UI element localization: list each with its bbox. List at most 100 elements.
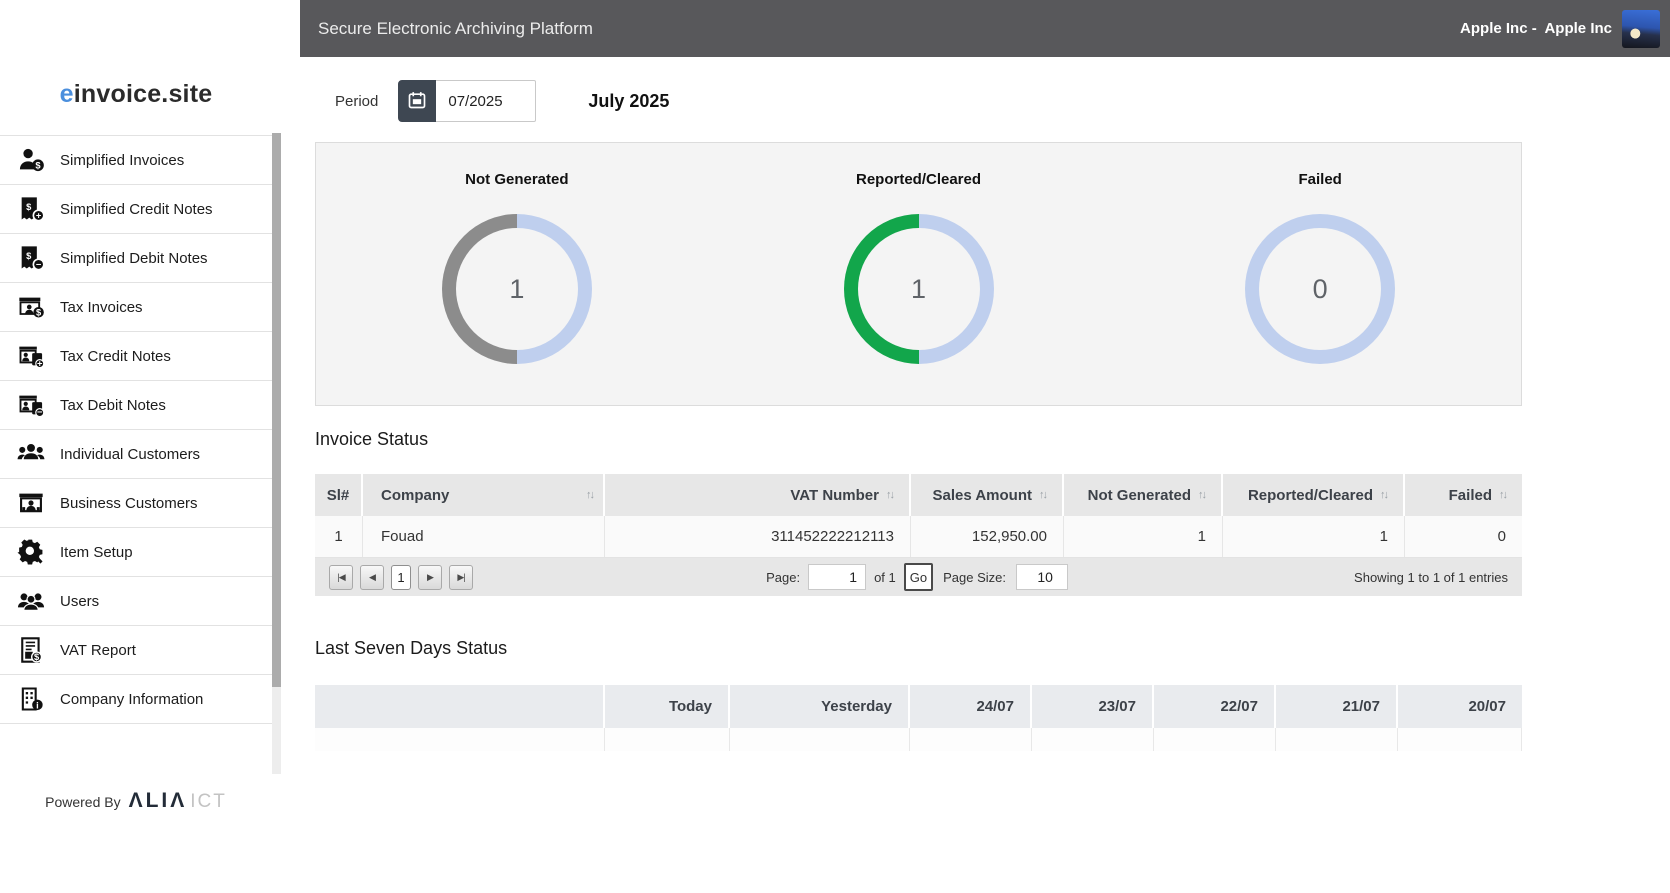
donut-title: Reported/Cleared <box>855 171 982 188</box>
storefront-person-icon <box>16 488 46 518</box>
sidebar-item-label: Simplified Credit Notes <box>60 200 213 218</box>
first-page-button[interactable]: |◀ <box>329 564 353 590</box>
column-header-blank <box>315 685 605 728</box>
column-header-date: 24/07 <box>910 685 1032 728</box>
sort-icon[interactable]: ↑↓ <box>586 489 595 501</box>
powered-by-label: Powered By <box>45 794 121 810</box>
column-header-vat-number[interactable]: VAT Number ↑↓ <box>605 474 911 516</box>
column-header-date: 21/07 <box>1276 685 1398 728</box>
column-header-company[interactable]: Company ↑↓ <box>363 474 605 516</box>
page-number-input[interactable] <box>808 564 867 590</box>
topbar: Secure Electronic Archiving Platform App… <box>300 0 1670 57</box>
column-header-sl: Sl# <box>315 474 363 516</box>
invoice-status-table: Sl# Company ↑↓ VAT Number ↑↓ Sales Amount ↑… <box>315 474 1522 596</box>
column-header-date: 23/07 <box>1032 685 1154 728</box>
pagination-bar: |◀ ◀ 1 ▶ ▶| Page: of 1 Go Page Size: <box>315 558 1522 596</box>
sidebar-item-simplified-debit-notes[interactable]: $ − Simplified Debit Notes <box>0 234 272 283</box>
sidebar-item-label: Simplified Debit Notes <box>60 249 208 267</box>
logo-accent-letter: e <box>59 80 74 108</box>
last-page-button[interactable]: ▶| <box>449 564 473 590</box>
sidebar-item-vat-report[interactable]: $ VAT Report <box>0 626 272 675</box>
ict-logo-suffix: ICT <box>190 791 227 812</box>
powered-by: Powered By ΛLIΛ ICT <box>0 789 272 813</box>
receipt-minus-icon: $ − <box>16 243 46 273</box>
cell-sales-amount: 152,950.00 <box>911 516 1064 557</box>
status-summary-panel: Not Generated 1 Reported/Cleared 1 Faile… <box>315 142 1522 406</box>
sidebar-item-label: Tax Credit Notes <box>60 347 171 365</box>
last-seven-days-table: Today Yesterday 24/07 23/07 22/07 21/07 … <box>315 685 1522 751</box>
column-header-date: 20/07 <box>1468 698 1506 715</box>
logo-text: invoice.site <box>73 80 213 108</box>
cell-failed: 0 <box>1497 528 1506 545</box>
sidebar-item-tax-credit-notes[interactable]: + Tax Credit Notes <box>0 332 272 381</box>
donut-title: Failed <box>1298 171 1342 188</box>
sidebar-scrollbar[interactable] <box>272 133 281 774</box>
app-logo: einvoice.site <box>0 0 272 109</box>
page-size-label: Page Size: <box>943 569 1006 585</box>
donut-value: 0 <box>1312 273 1328 304</box>
svg-text:$: $ <box>34 652 40 662</box>
current-page-button[interactable]: 1 <box>391 564 411 590</box>
scrollbar-thumb[interactable] <box>272 133 281 687</box>
previous-page-button[interactable]: ◀ <box>360 564 384 590</box>
sidebar-item-company-information[interactable]: i Company Information <box>0 675 272 724</box>
svg-text:$: $ <box>26 202 32 212</box>
column-header-reported-cleared[interactable]: Reported/Cleared ↑↓ <box>1223 474 1405 516</box>
app-title: Secure Electronic Archiving Platform <box>318 18 593 38</box>
sidebar-item-individual-customers[interactable]: Individual Customers <box>0 430 272 479</box>
page-label: Page: <box>766 569 801 585</box>
sidebar-item-label: Item Setup <box>60 543 133 561</box>
sidebar: einvoice.site $ Simplified Invoices $ + S… <box>0 0 272 893</box>
gear-wrench-icon <box>16 537 46 567</box>
sidebar-item-business-customers[interactable]: Business Customers <box>0 479 272 528</box>
sidebar-menu: $ Simplified Invoices $ + Simplified Cred… <box>0 135 272 724</box>
page-size-input[interactable] <box>1015 564 1068 590</box>
reported-cleared-summary: Reported/Cleared 1 <box>718 143 1120 405</box>
period-input[interactable] <box>436 80 537 122</box>
clipped-table-body <box>315 728 1522 751</box>
next-page-button[interactable]: ▶ <box>418 564 442 590</box>
column-header-sales-amount[interactable]: Sales Amount ↑↓ <box>911 474 1064 516</box>
sidebar-item-label: Individual Customers <box>60 445 201 463</box>
reported-cleared-donut-chart: 1 <box>843 214 994 364</box>
sidebar-item-label: Company Information <box>60 690 204 708</box>
failed-summary: Failed 0 <box>1119 143 1521 405</box>
sidebar-item-item-setup[interactable]: Item Setup <box>0 528 272 577</box>
table-row <box>315 728 1522 751</box>
sidebar-item-simplified-credit-notes[interactable]: $ + Simplified Credit Notes <box>0 185 272 234</box>
svg-text:+: + <box>37 358 43 368</box>
app-root: einvoice.site $ Simplified Invoices $ + S… <box>0 0 1670 893</box>
register-invoice-icon: $ <box>16 292 46 322</box>
sort-icon[interactable]: ↑↓ <box>886 489 895 501</box>
cell-sl: 1 <box>315 516 363 557</box>
column-header-today: Today <box>605 685 730 728</box>
sidebar-item-tax-invoices[interactable]: $ Tax Invoices <box>0 283 272 332</box>
go-button[interactable]: Go <box>903 563 934 591</box>
sort-icon[interactable]: ↑↓ <box>1499 489 1508 501</box>
not-generated-donut-chart: 1 <box>441 214 592 364</box>
register-receipt-plus-icon: + <box>16 341 46 371</box>
sidebar-item-tax-debit-notes[interactable]: − Tax Debit Notes <box>0 381 272 430</box>
sidebar-item-label: VAT Report <box>60 641 136 659</box>
sidebar-item-label: Simplified Invoices <box>60 151 185 169</box>
cell-reported-cleared: 1 <box>1223 516 1405 557</box>
sidebar-item-label: Tax Invoices <box>60 298 143 316</box>
user-avatar[interactable] <box>1622 9 1660 48</box>
column-header-not-generated[interactable]: Not Generated ↑↓ <box>1064 474 1223 516</box>
column-header-failed[interactable]: Failed ↑↓ <box>1405 474 1522 516</box>
calendar-button[interactable] <box>398 80 437 122</box>
sort-icon[interactable]: ↑↓ <box>1380 489 1389 501</box>
svg-text:$: $ <box>36 307 42 317</box>
sidebar-item-users[interactable]: Users <box>0 577 272 626</box>
cell-not-generated: 1 <box>1064 516 1223 557</box>
svg-text:$: $ <box>26 251 32 261</box>
users-icon <box>16 586 46 616</box>
sort-icon[interactable]: ↑↓ <box>1039 489 1048 501</box>
sidebar-item-simplified-invoices[interactable]: $ Simplified Invoices <box>0 136 272 185</box>
not-generated-summary: Not Generated 1 <box>316 143 718 405</box>
table-row: 1 Fouad 311452222212113 152,950.00 1 1 0 <box>315 516 1522 558</box>
table-header-row: Today Yesterday 24/07 23/07 22/07 21/07 … <box>315 685 1522 728</box>
sort-icon[interactable]: ↑↓ <box>1198 489 1207 501</box>
person-invoice-icon: $ <box>16 145 46 175</box>
donut-title: Not Generated <box>465 171 569 188</box>
